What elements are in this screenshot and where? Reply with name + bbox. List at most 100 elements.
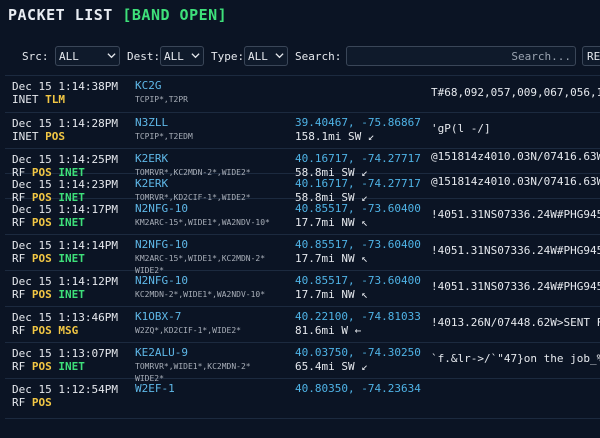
packet-position: 40.80350, -74.23634 (295, 382, 421, 395)
packet-distance: 17.7mi NW ↖ (295, 252, 368, 265)
packet-inet-badge: INET (58, 252, 85, 265)
packet-callsign[interactable]: KE2ALU-9 (135, 346, 188, 359)
packet-row[interactable]: Dec 15 1:14:12PM RF POS INET N2NFG-10 KC2MD… (5, 271, 600, 307)
packet-time: Dec 15 1:14:12PM (12, 275, 118, 288)
chevron-down-icon (275, 53, 284, 59)
packet-time: Dec 15 1:14:17PM (12, 203, 118, 216)
packet-source-types: RF POS MSG (12, 324, 78, 337)
packet-type-badge: POS (31, 216, 59, 229)
packet-path: TCPIP*,T2EDM (135, 131, 193, 143)
packet-type-badge: POS (31, 324, 59, 337)
packet-source: RF (12, 252, 32, 265)
packet-position: 40.85517, -73.60400 (295, 274, 421, 287)
packet-source-types: INET POS (12, 130, 65, 143)
packet-source: RF (12, 288, 32, 301)
packet-data: !4051.31NS07336.24W#PHG945 (431, 280, 600, 293)
packet-path: KM2ARC-15*,WIDE1*,WA2NDV-10* (135, 217, 270, 229)
search-label: Search: (295, 50, 342, 63)
packet-position: 39.40467, -75.86867 (295, 116, 421, 129)
packet-time: Dec 15 1:13:46PM (12, 311, 118, 324)
packet-time: Dec 15 1:13:07PM (12, 347, 118, 360)
packet-path: TCPIP*,T2PR (135, 94, 188, 106)
packet-source: INET (12, 130, 46, 143)
packet-row[interactable]: Dec 15 1:14:38PM INET TLM KC2G TCPIP*,T2PR… (5, 76, 600, 113)
type-value: ALL (248, 50, 268, 63)
packet-source: RF (12, 324, 32, 337)
packet-source-types: RF POS INET (12, 360, 85, 373)
packet-callsign[interactable]: K2ERK (135, 177, 168, 190)
search-input[interactable]: Search... (346, 46, 576, 66)
packet-callsign[interactable]: N2NFG-10 (135, 274, 188, 287)
packet-source: RF (12, 360, 32, 373)
packet-row[interactable]: Dec 15 1:14:14PM RF POS INET N2NFG-10 KM2AR… (5, 235, 600, 275)
packet-row[interactable]: Dec 15 1:13:46PM RF POS MSG K1OBX-7 W2ZQ*,… (5, 307, 600, 343)
packet-row[interactable]: Dec 15 1:12:54PM RF POS W2EF-1 40.80350, -… (5, 379, 600, 419)
packet-row[interactable]: Dec 15 1:14:28PM INET POS N3ZLL TCPIP*,T2E… (5, 113, 600, 149)
dest-label: Dest: (127, 50, 161, 63)
type-select[interactable]: ALL (244, 46, 288, 66)
packet-type-badge: MSG (58, 324, 79, 337)
packet-path-line: TOMRVR*,WIDE1*,KC2MDN-2* (135, 362, 251, 371)
chevron-down-icon (107, 53, 116, 59)
packet-table: Dec 15 1:14:38PM INET TLM KC2G TCPIP*,T2PR… (5, 75, 600, 438)
packet-inet-badge: INET (58, 288, 85, 301)
packet-position: 40.16717, -74.27717 (295, 152, 421, 165)
packet-position: 40.16717, -74.27717 (295, 177, 421, 190)
packet-type-badge: POS (31, 396, 52, 409)
packet-source: RF (12, 216, 32, 229)
packet-type-badge: POS (31, 288, 59, 301)
reset-button[interactable]: RE (582, 46, 600, 66)
src-label: Src: (22, 50, 49, 63)
packet-position: 40.22100, -74.81033 (295, 310, 421, 323)
packet-data: @151814z4010.03N/07416.63W (431, 150, 600, 163)
type-label: Type: (211, 50, 245, 63)
packet-callsign[interactable]: N3ZLL (135, 116, 168, 129)
band-status: [BAND OPEN] (122, 6, 228, 24)
packet-callsign[interactable]: N2NFG-10 (135, 238, 188, 251)
packet-path-line: TCPIP*,T2PR (135, 95, 188, 104)
packet-source: RF (12, 396, 32, 409)
packet-source: INET (12, 93, 46, 106)
filter-bar: Src: ALL Dest: ALL Type: ALL Search: Sea… (0, 46, 600, 68)
packet-distance: 17.7mi NW ↖ (295, 288, 368, 301)
chevron-down-icon (191, 53, 200, 59)
packet-source-types: INET TLM (12, 93, 65, 106)
packet-path: W2ZQ*,KD2CIF-1*,WIDE2* (135, 325, 241, 337)
src-value: ALL (59, 50, 79, 63)
packet-path-line: KC2MDN-2*,WIDE1*,WA2NDV-10* (135, 290, 266, 299)
packet-data: !4013.26N/07448.62W>SENT F (431, 316, 600, 329)
packet-data: `f.&lr->/`"47}on the job_% (431, 352, 600, 365)
packet-inet-badge: INET (58, 216, 85, 229)
packet-source-types: RF POS INET (12, 288, 85, 301)
packet-data: !4051.31NS07336.24W#PHG945 (431, 244, 600, 257)
packet-data: 'gP(l -/] (431, 122, 491, 135)
packet-callsign[interactable]: N2NFG-10 (135, 202, 188, 215)
packet-type-badge: TLM (45, 93, 65, 106)
packet-source-types: RF POS INET (12, 216, 85, 229)
packet-path-line: KM2ARC-15*,WIDE1*,WA2NDV-10* (135, 218, 270, 227)
packet-source-types: RF POS (12, 396, 52, 409)
packet-distance: 158.1mi SW ↙ (295, 130, 375, 143)
packet-row[interactable]: Dec 15 1:13:07PM RF POS INET KE2ALU-9 TOMRV… (5, 343, 600, 383)
packet-callsign[interactable]: K2ERK (135, 152, 168, 165)
src-select[interactable]: ALL (55, 46, 120, 66)
packet-time: Dec 15 1:12:54PM (12, 383, 118, 396)
packet-row[interactable]: Dec 15 1:14:25PM RF POS INET K2ERK TOMRVR*,… (5, 149, 600, 179)
packet-path-line: W2ZQ*,KD2CIF-1*,WIDE2* (135, 326, 241, 335)
packet-distance: 81.6mi W ← (295, 324, 362, 337)
packet-source-types: RF POS INET (12, 252, 85, 265)
page-title: PACKET LIST [BAND OPEN] (8, 6, 227, 24)
packet-data: @151814z4010.03N/07416.63W (431, 175, 600, 188)
packet-callsign[interactable]: KC2G (135, 79, 162, 92)
dest-select[interactable]: ALL (160, 46, 204, 66)
packet-callsign[interactable]: W2EF-1 (135, 382, 175, 395)
packet-row[interactable]: Dec 15 1:14:17PM RF POS INET N2NFG-10 KM2AR… (5, 199, 600, 235)
packet-callsign[interactable]: K1OBX-7 (135, 310, 181, 323)
packet-row[interactable]: Dec 15 1:14:23PM RF POS INET K2ERK TOMRVR*,… (5, 174, 600, 204)
packet-distance: 65.4mi SW ↙ (295, 360, 368, 373)
packet-time: Dec 15 1:14:14PM (12, 239, 118, 252)
packet-type-badge: POS (31, 360, 59, 373)
packet-path-line: KM2ARC-15*,WIDE1*,KC2MDN-2* (135, 254, 266, 263)
packet-path: KC2MDN-2*,WIDE1*,WA2NDV-10* (135, 289, 265, 301)
packet-time: Dec 15 1:14:38PM (12, 80, 118, 93)
